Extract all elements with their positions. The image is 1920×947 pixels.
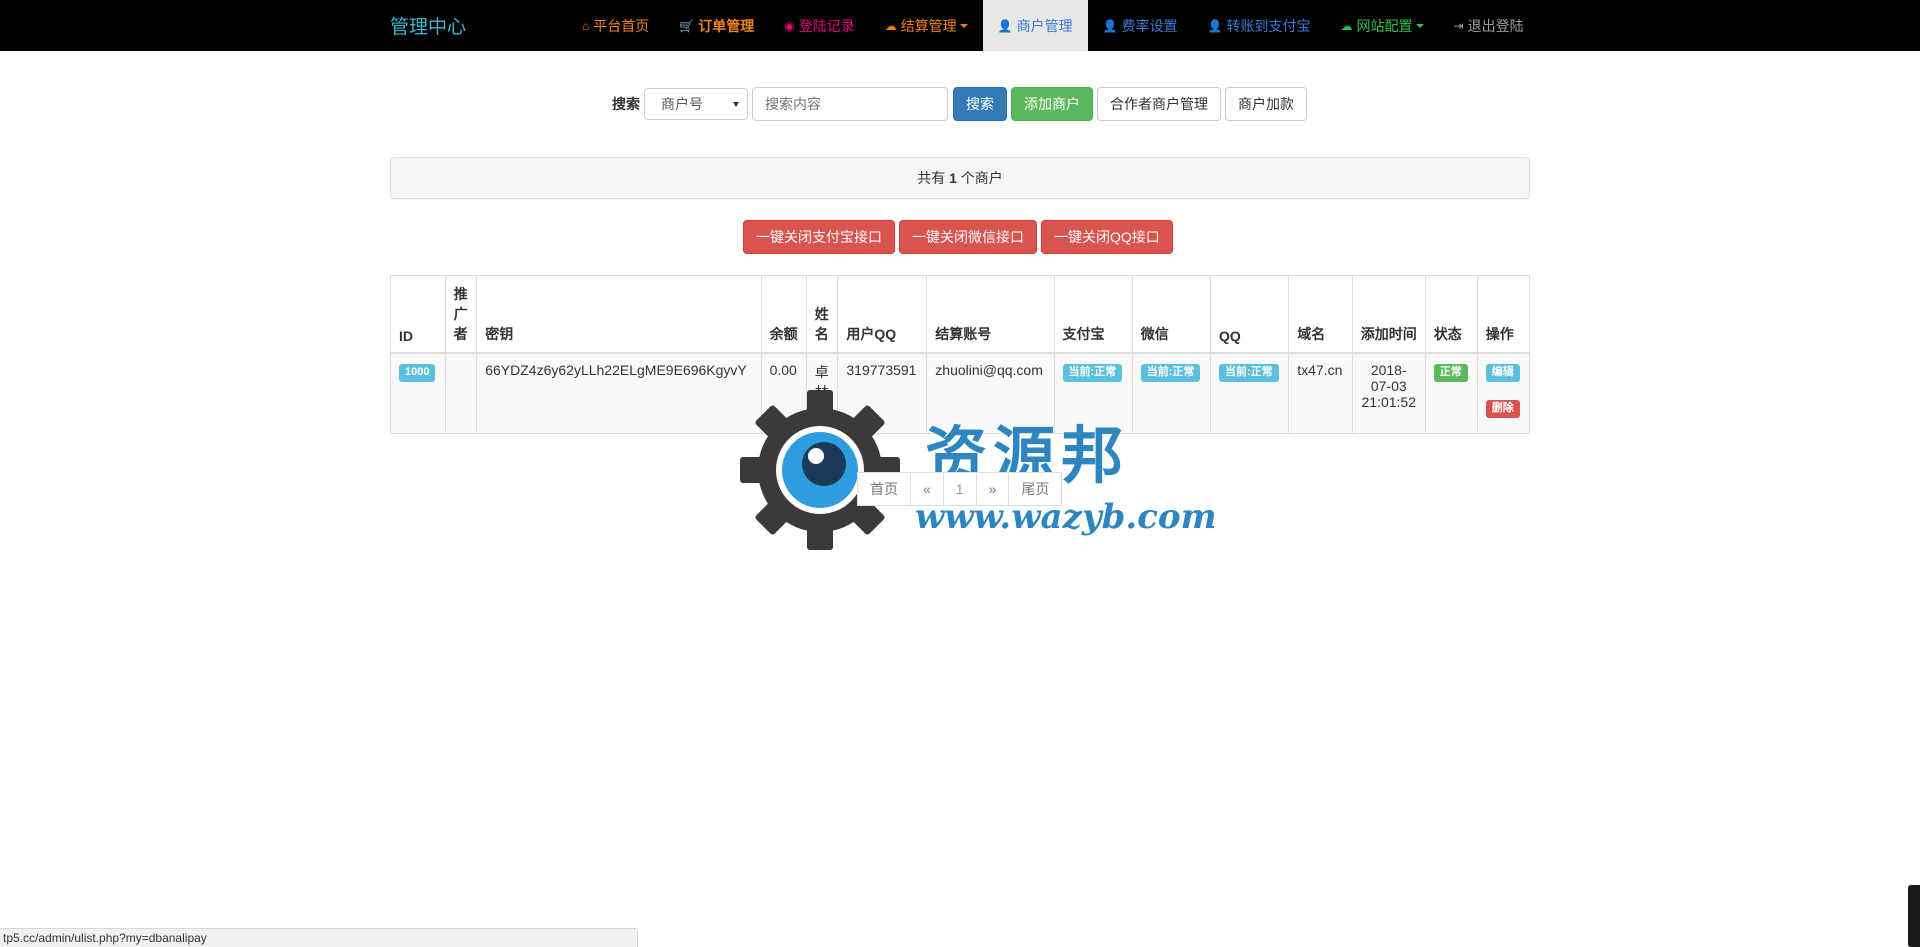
add-funds-button[interactable]: 商户加款	[1225, 87, 1307, 121]
scrollbar-handle[interactable]	[1908, 885, 1920, 947]
search-input[interactable]	[752, 87, 948, 121]
top-navbar: 管理中心 ⌂ 平台首页 🛒 订单管理 ◉ 登陆记录 ☁ 结算管理 👤 商户管理 👤 费率设置 👤 转账到支…	[0, 0, 1920, 51]
edit-button[interactable]: 编辑	[1485, 364, 1520, 382]
pagination: 首页 « 1 » 尾页	[857, 472, 1063, 506]
nav-item-5[interactable]: 👤 费率设置	[1088, 0, 1193, 51]
column-header: QQ	[1210, 275, 1290, 354]
nav-item-label: 退出登陆	[1467, 17, 1524, 34]
nav-item-label: 费率设置	[1121, 17, 1178, 34]
nav-item-label: 转账到支付宝	[1226, 17, 1311, 34]
table-cell: 2018-07-03 21:01:52	[1351, 352, 1426, 434]
page-next[interactable]: »	[975, 472, 1010, 506]
domain: tx47.cn	[1297, 362, 1343, 378]
column-header: 用户QQ	[837, 275, 928, 354]
page-last[interactable]: 尾页	[1008, 472, 1063, 506]
column-header: 添加时间	[1351, 275, 1426, 354]
column-header: 推广者	[444, 275, 478, 354]
column-header: 支付宝	[1053, 275, 1133, 354]
close-alipay-button[interactable]: 一键关闭支付宝接口	[743, 220, 895, 254]
column-header: 密钥	[476, 275, 762, 354]
search-form: 搜索 商户号 搜索 添加商户 合作者商户管理 商户加款	[612, 87, 1311, 121]
merchant-key: 66YDZ4z6y62yLLh22ELgME9E696KgyvY	[485, 362, 747, 378]
balance: 0.00	[769, 362, 797, 378]
user-icon: 👤	[997, 18, 1013, 33]
page-first[interactable]: 首页	[857, 472, 911, 506]
nav-item-label: 登陆记录	[798, 17, 855, 34]
column-header: 微信	[1131, 275, 1212, 354]
table-cell	[444, 352, 478, 434]
caret-down-icon	[1415, 23, 1424, 28]
search-type-select[interactable]: 商户号	[644, 88, 748, 120]
cart-icon: 🛒	[679, 18, 695, 33]
table-cell: tx47.cn	[1288, 352, 1353, 434]
nav-item-0[interactable]: ⌂ 平台首页	[567, 0, 664, 51]
added-time: 21:01:52	[1361, 394, 1416, 410]
column-header: 域名	[1288, 275, 1353, 354]
nav-item-6[interactable]: 👤 转账到支付宝	[1193, 0, 1326, 51]
table-cell: 编辑 删除	[1476, 352, 1531, 434]
alipay-status-badge[interactable]: 当前:正常	[1062, 364, 1123, 382]
table-cell: 1000	[390, 352, 446, 434]
nav-item-label: 网站配置	[1356, 17, 1413, 34]
nav-menu: ⌂ 平台首页 🛒 订单管理 ◉ 登陆记录 ☁ 结算管理 👤 商户管理 👤 费率设置 👤 转账到支付宝 ☁ 网站…	[567, 0, 1539, 51]
nav-item-8[interactable]: ⇥ 退出登陆	[1439, 0, 1539, 51]
nav-item-label: 商户管理	[1016, 17, 1073, 34]
camera-icon: ◉	[784, 18, 795, 33]
home-icon: ⌂	[582, 18, 590, 33]
add-merchant-button[interactable]: 添加商户	[1011, 87, 1093, 121]
search-button[interactable]: 搜索	[953, 87, 1007, 121]
brand-title[interactable]: 管理中心	[390, 12, 466, 39]
column-header: ID	[390, 275, 446, 354]
caret-down-icon	[959, 23, 968, 28]
cloud-icon: ☁	[884, 18, 897, 33]
merchant-id-badge[interactable]: 1000	[399, 364, 436, 382]
status-bar-url: tp5.cc/admin/ulist.php?my=dbanalipay	[0, 928, 638, 947]
merchant-count: 1	[949, 170, 957, 186]
close-qq-button[interactable]: 一键关闭QQ接口	[1041, 220, 1173, 254]
page-prev[interactable]: «	[910, 472, 944, 506]
table-cell: 正常	[1424, 352, 1478, 434]
count-prefix: 共有	[917, 170, 946, 186]
column-header: 结算账号	[926, 275, 1055, 354]
qq-status-badge[interactable]: 当前:正常	[1219, 364, 1279, 382]
logout-icon: ⇥	[1453, 18, 1464, 33]
watermark: 资源邦 www.wazyb.com	[735, 385, 1217, 555]
nav-item-label: 结算管理	[900, 17, 957, 34]
nav-item-1[interactable]: 🛒 订单管理	[664, 0, 769, 51]
close-wechat-button[interactable]: 一键关闭微信接口	[899, 220, 1037, 254]
table-cell: 66YDZ4z6y62yLLh22ELgME9E696KgyvY	[476, 352, 762, 434]
wechat-status-badge[interactable]: 当前:正常	[1140, 364, 1201, 382]
nav-item-3[interactable]: ☁ 结算管理	[870, 0, 983, 51]
added-date: 2018-07-03	[1370, 362, 1407, 394]
nav-item-label: 订单管理	[698, 17, 755, 34]
nav-item-2[interactable]: ◉ 登陆记录	[769, 0, 869, 51]
column-header: 余额	[760, 275, 807, 354]
partner-merchant-button[interactable]: 合作者商户管理	[1097, 87, 1221, 121]
count-suffix: 个商户	[960, 170, 1003, 186]
settlement-account: zhuolini@qq.com	[935, 362, 1043, 378]
bulk-actions: 一键关闭支付宝接口 一键关闭微信接口 一键关闭QQ接口	[743, 220, 1177, 254]
cloud-icon: ☁	[1340, 18, 1353, 33]
nav-item-label: 平台首页	[593, 17, 650, 34]
page-current[interactable]: 1	[942, 472, 977, 506]
user-qq: 319773591	[846, 362, 917, 378]
delete-button[interactable]: 删除	[1485, 400, 1520, 418]
column-header: 操作	[1476, 275, 1531, 354]
user-icon: 👤	[1207, 18, 1223, 33]
gear-eye-logo-icon	[740, 390, 900, 550]
column-header: 姓名	[805, 275, 839, 354]
table-cell: 当前:正常	[1210, 352, 1290, 434]
table-header-row: ID 推广者 密钥 余额 姓名 用户QQ 结算账号 支付宝 微信 QQ 域名 添加时间 状态 操作	[390, 275, 1531, 354]
column-header: 状态	[1424, 275, 1478, 354]
nav-item-7[interactable]: ☁ 网站配置	[1326, 0, 1439, 51]
status-badge[interactable]: 正常	[1433, 364, 1468, 382]
merchant-count-panel: 共有 1 个商户	[390, 157, 1530, 199]
search-label: 搜索	[612, 96, 640, 112]
user-icon: 👤	[1102, 18, 1118, 33]
nav-item-4[interactable]: 👤 商户管理	[982, 0, 1088, 51]
